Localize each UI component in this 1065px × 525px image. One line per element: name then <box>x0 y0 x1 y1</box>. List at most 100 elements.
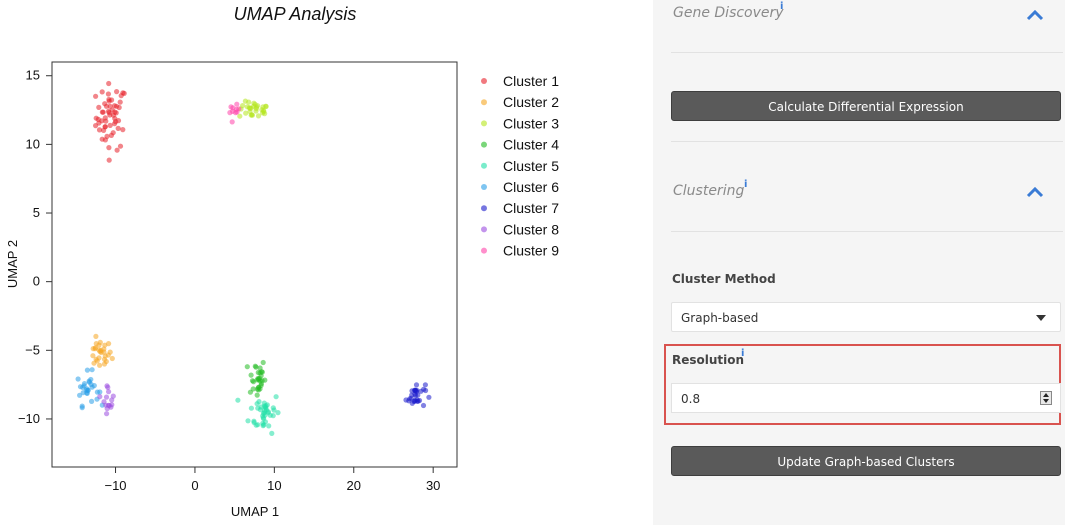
resolution-input[interactable]: 0.8 <box>671 383 1061 413</box>
scatter-point <box>104 406 110 412</box>
legend: Cluster 1 Cluster 2 Cluster 3 Cluster 4 Clus… <box>481 73 559 259</box>
gene-discovery-info-icon[interactable]: i <box>780 1 783 12</box>
scatter-point <box>229 119 235 125</box>
scatter-point <box>110 393 116 399</box>
scatter-point <box>258 404 264 410</box>
resolution-info-icon[interactable]: i <box>741 348 744 359</box>
scatter-point <box>269 430 275 436</box>
scatter-point <box>248 372 254 378</box>
scatter-point <box>260 359 266 366</box>
scatter-point <box>233 106 240 112</box>
scatter-point <box>244 364 250 370</box>
scatter-point <box>106 389 112 395</box>
scatter-point <box>105 384 111 390</box>
scatter-point <box>111 103 118 109</box>
scatter-point <box>262 111 268 117</box>
scatter-point <box>96 104 102 110</box>
section-divider <box>671 141 1063 142</box>
scatter-point <box>77 392 83 398</box>
caret-down-icon <box>1036 315 1046 321</box>
legend-label: Cluster 1 <box>503 73 559 89</box>
x-axis: −10 0 10 20 30 <box>104 467 440 493</box>
x-tick-label: 10 <box>267 478 281 493</box>
scatter-point <box>99 89 105 95</box>
scatter-point <box>254 392 260 398</box>
scatter-point <box>89 398 95 404</box>
scatter-point <box>251 419 257 426</box>
scatter-point <box>256 399 262 405</box>
scatter-point <box>102 124 108 130</box>
scatter-point <box>121 90 127 96</box>
scatter-point <box>99 109 105 115</box>
scatter-point <box>103 394 110 400</box>
legend-item: Cluster 8 <box>481 221 559 237</box>
scatter-point <box>102 353 108 359</box>
scatter-point <box>97 394 103 400</box>
scatter-point <box>426 394 432 400</box>
scatter-point <box>249 112 255 118</box>
scatter-point <box>117 143 124 149</box>
scatter-point <box>243 110 249 116</box>
scatter-point <box>245 418 251 424</box>
y-tick-label: 0 <box>33 274 40 289</box>
x-tick-label: 0 <box>191 478 198 493</box>
scatter-point <box>101 399 107 405</box>
scatter-point <box>265 410 271 416</box>
scatter-point <box>104 133 110 139</box>
scatter-point <box>106 96 112 103</box>
spinner-up-icon[interactable] <box>1043 393 1049 397</box>
scatter-point <box>113 119 119 125</box>
clustering-title: Clustering <box>673 183 745 199</box>
x-tick-label: 20 <box>347 478 361 493</box>
scatter-point <box>93 93 99 99</box>
scatter-point <box>120 127 126 133</box>
scatter-point <box>421 386 427 392</box>
y-tick-label: −10 <box>18 411 40 426</box>
spinner-down-icon[interactable] <box>1043 399 1049 403</box>
legend-marker <box>481 141 487 148</box>
scatter-point <box>266 423 272 429</box>
legend-marker <box>481 247 487 254</box>
legend-item: Cluster 5 <box>481 158 559 174</box>
calculate-differential-expression-button[interactable]: Calculate Differential Expression <box>671 91 1061 121</box>
scatter-point <box>275 410 281 416</box>
update-graph-based-clusters-button[interactable]: Update Graph-based Clusters <box>671 446 1061 476</box>
legend-item: Cluster 2 <box>481 94 559 110</box>
chevron-up-icon[interactable] <box>1025 185 1045 199</box>
scatter-point <box>414 397 420 403</box>
scatter-point <box>263 403 269 409</box>
cluster-method-select[interactable]: Graph-based <box>671 302 1061 332</box>
scatter-point <box>234 101 240 107</box>
x-tick-label: 30 <box>426 478 440 493</box>
clustering-info-icon[interactable]: i <box>744 179 747 190</box>
legend-item: Cluster 9 <box>481 243 559 259</box>
scatter-point <box>97 362 103 368</box>
scatter-point <box>110 130 116 136</box>
scatter-point <box>263 103 269 109</box>
legend-label: Cluster 5 <box>503 158 559 174</box>
number-spinner-icon[interactable] <box>1040 391 1052 405</box>
scatter-point <box>93 341 99 347</box>
scatter-point <box>94 389 100 395</box>
gene-discovery-title: Gene Discovery <box>673 5 784 21</box>
scatter-point <box>109 355 115 362</box>
scatter-point <box>247 105 253 111</box>
chevron-up-icon[interactable] <box>1025 8 1045 22</box>
x-tick-label: −10 <box>104 478 126 493</box>
scatter-point <box>406 398 412 404</box>
resolution-value: 0.8 <box>681 392 701 406</box>
legend-item: Cluster 3 <box>481 115 559 131</box>
scatter-point <box>242 98 248 104</box>
scatter-point <box>253 108 259 114</box>
umap-chart: UMAP Analysis −10 0 10 20 30 15 10 5 0 −5 −10 UMA… <box>5 4 559 519</box>
scatter-point <box>115 125 121 131</box>
scatter-point <box>105 108 112 114</box>
scatter-point <box>107 103 113 109</box>
cluster-method-value: Graph-based <box>681 311 759 325</box>
scatter-point <box>107 122 113 128</box>
legend-item: Cluster 6 <box>481 179 559 195</box>
legend-marker <box>481 226 487 233</box>
scatter-point <box>107 349 113 355</box>
scatter-point <box>106 80 112 87</box>
scatter-point <box>85 387 91 393</box>
